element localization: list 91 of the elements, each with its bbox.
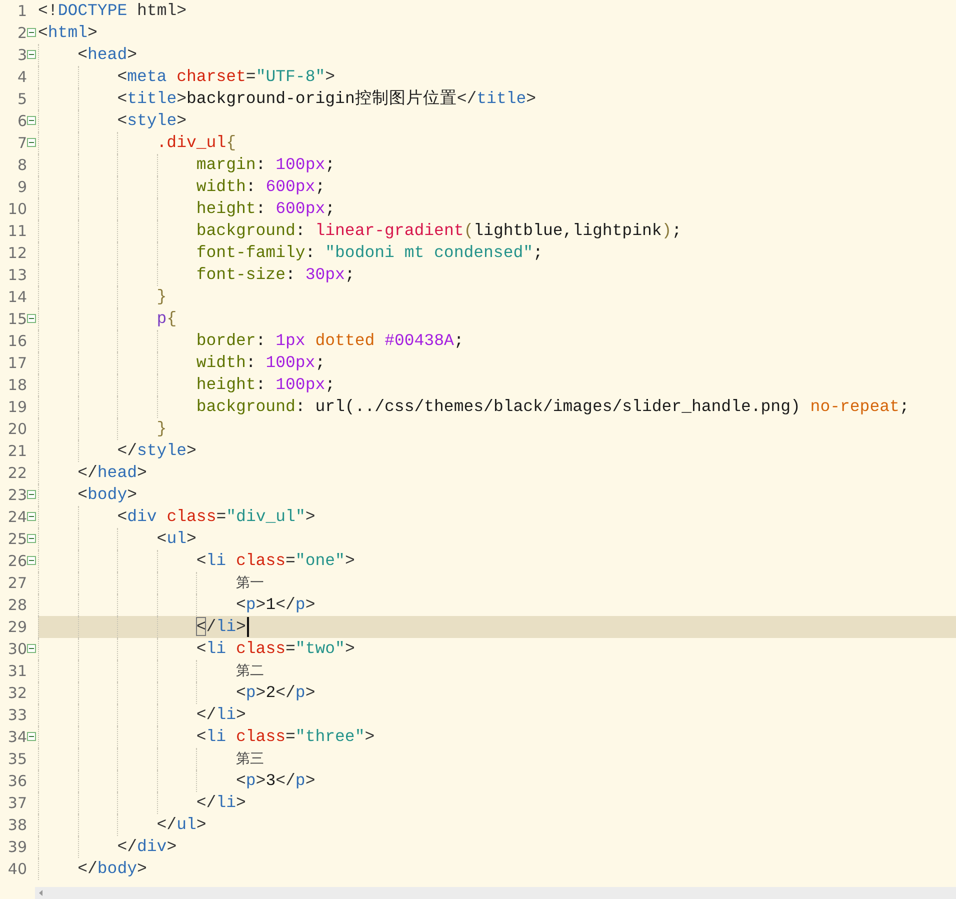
line-number: 30	[8, 640, 27, 658]
code-line: <div class="div_ul">	[38, 506, 316, 528]
line-number: 31	[8, 662, 27, 680]
horizontal-scrollbar[interactable]	[35, 887, 956, 899]
code-line: font-size: 30px;	[38, 264, 355, 286]
line-number: 7	[17, 134, 27, 152]
line-number: 14	[8, 288, 27, 306]
collapse-icon[interactable]	[27, 138, 36, 147]
code-line: <p>3</p>	[38, 770, 316, 792]
line-number: 5	[17, 90, 27, 108]
code-line: </head>	[38, 462, 147, 484]
line-number: 4	[17, 68, 27, 86]
code-line: background: url(../css/themes/black/images/slider_handle.png) no-repeat;	[38, 396, 910, 418]
code-line: 第二	[38, 660, 264, 682]
code-line: height: 100px;	[38, 374, 336, 396]
code-line: <p>2</p>	[38, 682, 316, 704]
code-line: 第一	[38, 572, 264, 594]
code-line: <meta charset="UTF-8">	[38, 66, 336, 88]
code-line: </body>	[38, 858, 147, 880]
collapse-icon[interactable]	[27, 28, 36, 37]
line-number: 3	[17, 46, 27, 64]
code-line: }	[38, 418, 167, 440]
code-line: </li>	[38, 704, 246, 726]
line-number: 2	[17, 24, 27, 42]
line-number: 21	[8, 442, 27, 460]
collapse-icon[interactable]	[27, 314, 36, 323]
line-number: 6	[17, 112, 27, 130]
line-number: 22	[8, 464, 27, 482]
code-line: <li class="two">	[38, 638, 355, 660]
code-line: <ul>	[38, 528, 196, 550]
code-line: width: 600px;	[38, 176, 326, 198]
collapse-icon[interactable]	[27, 50, 36, 59]
line-number: 27	[8, 574, 27, 592]
collapse-icon[interactable]	[27, 512, 36, 521]
code-line: width: 100px;	[38, 352, 326, 374]
line-number: 18	[8, 376, 27, 394]
code-line: font-family: "bodoni mt condensed";	[38, 242, 543, 264]
code-line: <title>background-origin控制图片位置</title>	[38, 88, 536, 110]
line-number: 35	[8, 750, 27, 768]
code-line: </ul>	[38, 814, 206, 836]
line-number: 29	[8, 618, 27, 636]
line-number: 17	[8, 354, 27, 372]
text-cursor	[246, 617, 249, 637]
line-number: 1	[17, 2, 27, 20]
line-number: 34	[8, 728, 27, 746]
collapse-icon[interactable]	[27, 534, 36, 543]
code-line: <!DOCTYPE html>	[38, 0, 187, 22]
code-line: <li class="three">	[38, 726, 375, 748]
line-number: 37	[8, 794, 27, 812]
code-line: </li>	[38, 792, 246, 814]
line-number: 24	[8, 508, 27, 526]
line-number: 11	[8, 222, 27, 240]
collapse-icon[interactable]	[27, 490, 36, 499]
code-line: height: 600px;	[38, 198, 336, 220]
line-number: 33	[8, 706, 27, 724]
line-number: 16	[8, 332, 27, 350]
line-number: 9	[17, 178, 27, 196]
collapse-icon[interactable]	[27, 116, 36, 125]
line-number: 36	[8, 772, 27, 790]
code-line: <li class="one">	[38, 550, 355, 572]
code-line: background: linear-gradient(lightblue,lightpink);	[38, 220, 682, 242]
line-number: 28	[8, 596, 27, 614]
code-line: <head>	[38, 44, 138, 66]
code-line: }	[38, 286, 167, 308]
line-number: 39	[8, 838, 27, 856]
code-line: .div_ul{	[38, 132, 236, 154]
code-line: </style>	[38, 440, 196, 462]
line-number: 19	[8, 398, 27, 416]
code-line: p{	[38, 308, 177, 330]
code-line: margin: 100px;	[38, 154, 336, 176]
collapse-icon[interactable]	[27, 556, 36, 565]
line-number: 12	[8, 244, 27, 262]
code-line: 第三	[38, 748, 264, 770]
line-number: 23	[8, 486, 27, 504]
line-number: 40	[8, 860, 27, 878]
line-number: 15	[8, 310, 27, 328]
code-line: border: 1px dotted #00438A;	[38, 330, 464, 352]
code-line: </div>	[38, 836, 177, 858]
collapse-icon[interactable]	[27, 732, 36, 741]
line-number: 20	[8, 420, 27, 438]
line-number: 38	[8, 816, 27, 834]
line-number: 26	[8, 552, 27, 570]
line-number: 32	[8, 684, 27, 702]
collapse-icon[interactable]	[27, 644, 36, 653]
code-line: <body>	[38, 484, 138, 506]
line-number: 10	[8, 200, 27, 218]
line-number: 8	[17, 156, 27, 174]
code-line: <html>	[38, 22, 98, 44]
line-number: 25	[8, 530, 27, 548]
line-number: 13	[8, 266, 27, 284]
code-line: <style>	[38, 110, 187, 132]
